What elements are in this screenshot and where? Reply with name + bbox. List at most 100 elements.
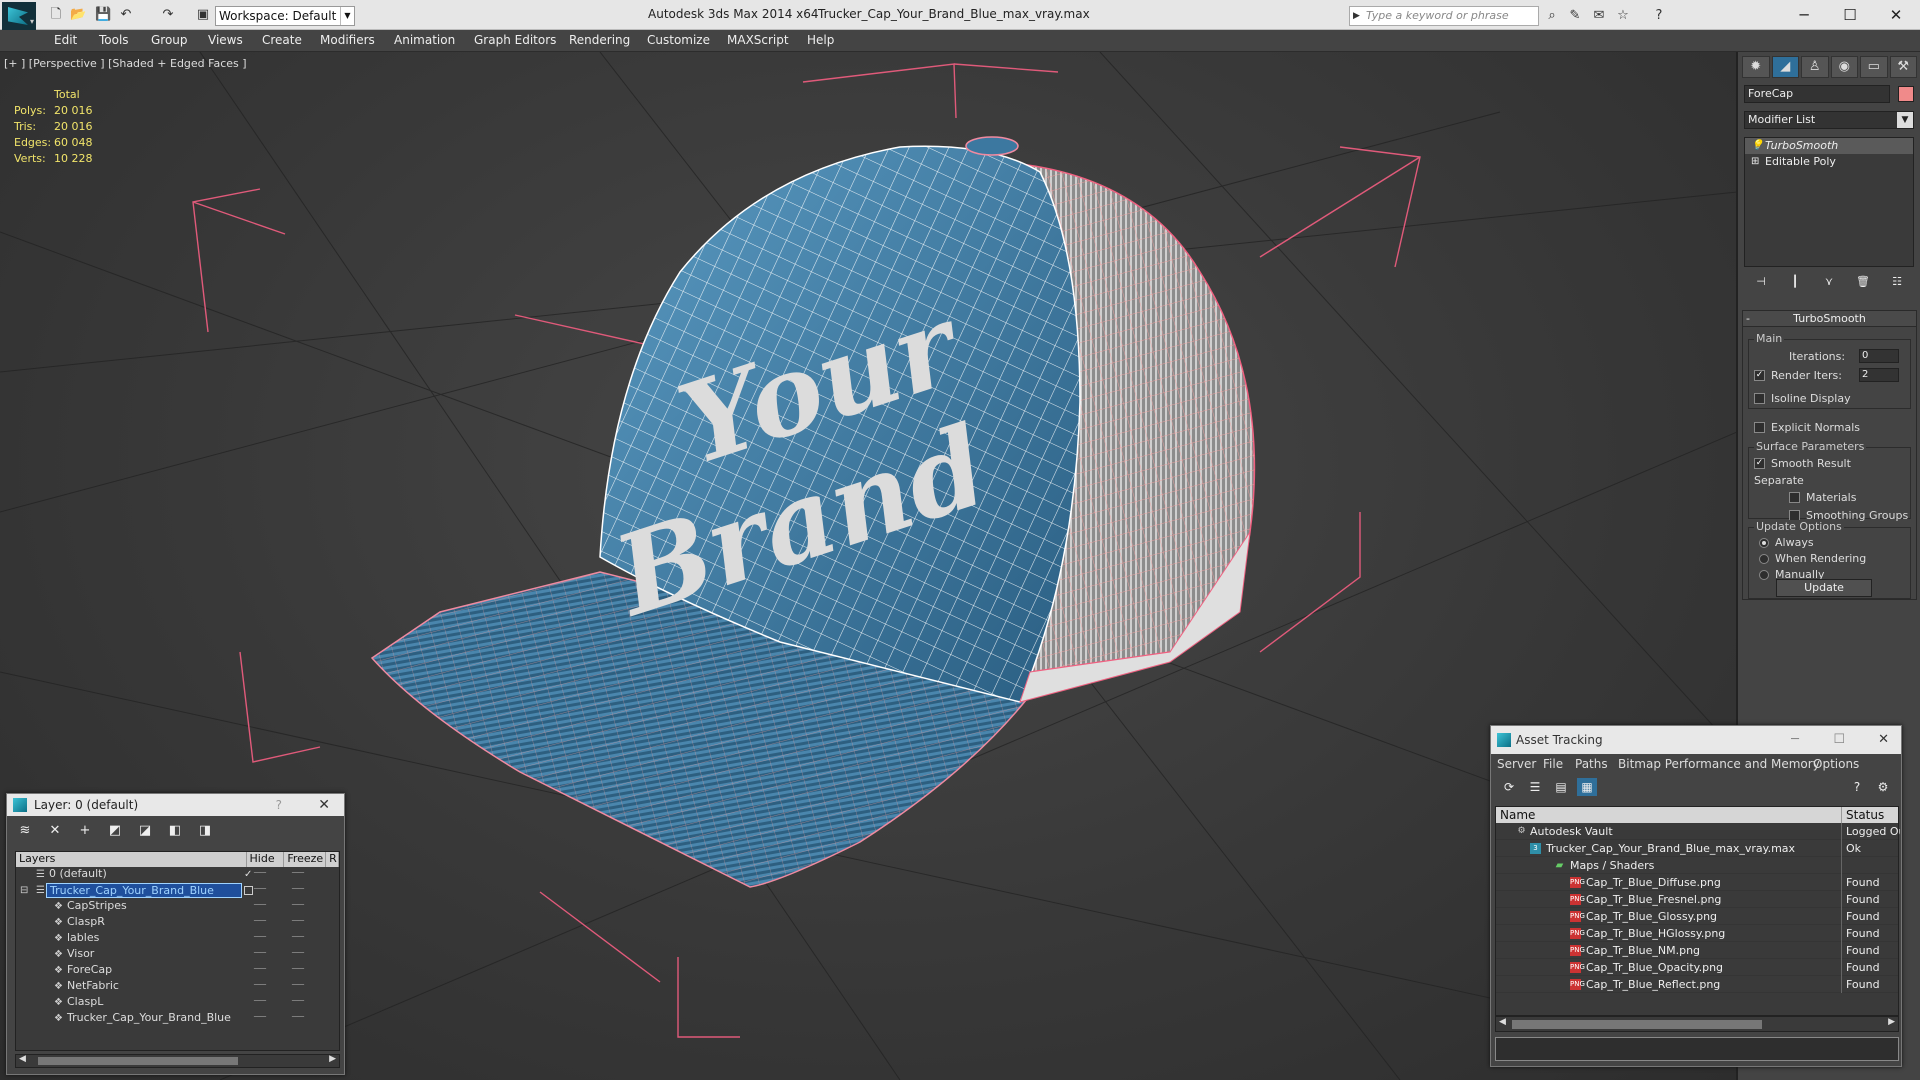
scroll-left-icon[interactable]: ◀ xyxy=(19,1054,26,1064)
object-color-swatch[interactable] xyxy=(1898,86,1914,102)
redo-icon[interactable]: ↷ xyxy=(160,7,176,23)
freeze-toggle[interactable]: ── xyxy=(292,866,304,882)
asset-row[interactable]: PNG Cap_Tr_Blue_Reflect.png Found xyxy=(1496,976,1898,993)
menu-group[interactable]: Group xyxy=(151,33,188,47)
maximize-icon[interactable]: ☐ xyxy=(1833,726,1845,754)
freeze-toggle[interactable]: ── xyxy=(292,994,304,1010)
project-folder-icon[interactable]: ▣ xyxy=(195,7,211,23)
menu-edit[interactable]: Edit xyxy=(54,33,77,47)
hide-toggle[interactable]: ── xyxy=(254,1010,266,1026)
layer-row[interactable]: ☰ 0 (default) ✓ ── ── xyxy=(16,867,339,883)
asset-row[interactable]: PNG Cap_Tr_Blue_Glossy.png Found xyxy=(1496,908,1898,925)
layers-icon[interactable]: ≋ xyxy=(15,822,35,840)
menu-bitmap-performance[interactable]: Bitmap Performance and Memory xyxy=(1618,757,1820,771)
help-icon[interactable]: ? xyxy=(1650,8,1668,23)
binoculars-icon[interactable]: ⌕ xyxy=(1543,8,1561,23)
pin-stack-icon[interactable]: ⊣ xyxy=(1751,273,1771,291)
select-layer-icon[interactable]: ◩ xyxy=(105,822,125,840)
update-button[interactable]: Update xyxy=(1776,579,1872,597)
highlight-layer-icon[interactable]: ◪ xyxy=(135,822,155,840)
freeze-toggle[interactable]: ── xyxy=(292,914,304,930)
menu-maxscript[interactable]: MAXScript xyxy=(727,33,789,47)
scrollbar-thumb[interactable] xyxy=(38,1057,238,1065)
modifier-list-dropdown[interactable]: Modifier List ▼ xyxy=(1744,111,1914,129)
layer-row[interactable]: ⊟ ☰ Trucker_Cap_Your_Brand_Blue ── ── xyxy=(16,883,339,899)
menu-graph-editors[interactable]: Graph Editors xyxy=(474,33,556,47)
menu-views[interactable]: Views xyxy=(208,33,243,47)
configure-sets-icon[interactable]: ☷ xyxy=(1887,273,1907,291)
current-layer-checkbox[interactable] xyxy=(244,886,253,895)
layer-row[interactable]: ❖ ForeCap ── ── xyxy=(16,963,339,979)
asset-row[interactable]: PNG Cap_Tr_Blue_Fresnel.png Found xyxy=(1496,891,1898,908)
save-icon[interactable]: 💾 xyxy=(95,7,111,23)
stack-item-editable-poly[interactable]: ⊞ Editable Poly xyxy=(1745,154,1913,170)
hide-toggle[interactable]: ── xyxy=(254,898,266,914)
stack-item-turbosmooth[interactable]: 💡 TurboSmooth xyxy=(1745,138,1913,154)
add-layer-icon[interactable]: + xyxy=(75,822,95,840)
make-unique-icon[interactable]: ⋎ xyxy=(1819,273,1839,291)
freeze-toggle[interactable]: ── xyxy=(292,882,304,898)
table-view-icon[interactable]: ▦ xyxy=(1577,778,1597,796)
column-header-name[interactable]: Name xyxy=(1500,807,1535,823)
minimize-button[interactable]: ─ xyxy=(1784,3,1824,27)
lightbulb-icon[interactable]: 💡 xyxy=(1751,138,1763,154)
new-file-icon[interactable]: 🗋 xyxy=(48,7,64,23)
expand-plus-icon[interactable]: ⊞ xyxy=(1751,154,1759,170)
hide-toggle[interactable]: ── xyxy=(254,866,266,882)
undo-icon[interactable]: ↶ xyxy=(118,7,134,23)
layer-row[interactable]: ❖ NetFabric ── ── xyxy=(16,979,339,995)
dialog-title-bar[interactable]: Asset Tracking ─ ☐ ✕ xyxy=(1491,726,1901,754)
horizontal-scrollbar[interactable]: ◀ ▶ xyxy=(1495,1016,1899,1032)
vault-help-icon[interactable]: ? xyxy=(1847,778,1867,796)
hide-toggle[interactable]: ── xyxy=(254,994,266,1010)
hide-toggle[interactable]: ── xyxy=(254,962,266,978)
menu-rendering[interactable]: Rendering xyxy=(569,33,630,47)
hide-toggle[interactable]: ── xyxy=(254,914,266,930)
freeze-toggle[interactable]: ── xyxy=(292,978,304,994)
menu-help[interactable]: Help xyxy=(807,33,834,47)
asset-row[interactable]: PNG Cap_Tr_Blue_Opacity.png Found xyxy=(1496,959,1898,976)
motion-tab-icon[interactable]: ◉ xyxy=(1830,56,1858,78)
column-header-layers[interactable]: Layers xyxy=(16,852,247,867)
isoline-checkbox[interactable] xyxy=(1754,393,1765,404)
layer-row[interactable]: ❖ Visor ── ── xyxy=(16,947,339,963)
asset-row[interactable]: ⚙ Autodesk Vault Logged Ou xyxy=(1496,823,1900,840)
hide-toggle[interactable]: ── xyxy=(254,930,266,946)
collapse-icon[interactable]: ⊟ xyxy=(20,883,28,899)
close-button[interactable]: ✕ xyxy=(1876,3,1916,27)
scroll-right-icon[interactable]: ▶ xyxy=(329,1054,336,1064)
subscription-icon[interactable]: ✎ xyxy=(1566,8,1584,23)
manually-radio[interactable] xyxy=(1759,570,1769,580)
hierarchy-tab-icon[interactable]: ♙ xyxy=(1801,56,1829,78)
smooth-result-checkbox[interactable]: ✓ xyxy=(1754,458,1765,469)
layer-row[interactable]: ❖ lables ── ── xyxy=(16,931,339,947)
iterations-spinner[interactable]: 0 xyxy=(1859,349,1899,363)
hide-toggle[interactable]: ── xyxy=(254,946,266,962)
menu-options[interactable]: Options xyxy=(1813,757,1859,771)
asset-row[interactable]: PNG Cap_Tr_Blue_HGlossy.png Found xyxy=(1496,925,1898,942)
render-iters-spinner[interactable]: 2 xyxy=(1859,368,1899,382)
help-icon[interactable]: ? xyxy=(276,794,282,816)
scrollbar-thumb[interactable] xyxy=(1512,1020,1762,1029)
menu-animation[interactable]: Animation xyxy=(394,33,455,47)
freeze-toggle[interactable]: ── xyxy=(292,898,304,914)
always-radio[interactable] xyxy=(1759,538,1769,548)
render-iters-checkbox[interactable]: ✓ xyxy=(1754,370,1765,381)
vault-settings-icon[interactable]: ⚙ xyxy=(1873,778,1893,796)
horizontal-scrollbar[interactable]: ◀ ▶ xyxy=(15,1054,340,1068)
asset-path-field[interactable] xyxy=(1495,1037,1899,1061)
remove-modifier-icon[interactable]: 🗑 xyxy=(1853,273,1873,291)
menu-create[interactable]: Create xyxy=(262,33,302,47)
modify-tab-icon[interactable]: ◢ xyxy=(1771,56,1799,78)
rollout-header[interactable]: - TurboSmooth xyxy=(1743,311,1916,327)
asset-row[interactable]: ▰ Maps / Shaders xyxy=(1496,857,1898,874)
menu-paths[interactable]: Paths xyxy=(1575,757,1608,771)
when-rendering-radio[interactable] xyxy=(1759,554,1769,564)
object-name-field[interactable]: ForeCap xyxy=(1744,85,1890,103)
hide-all-icon[interactable]: ◧ xyxy=(165,822,185,840)
show-end-result-icon[interactable]: ┃ xyxy=(1785,273,1805,291)
hide-toggle[interactable]: ── xyxy=(254,882,266,898)
layer-row[interactable]: ❖ CapStripes ── ── xyxy=(16,899,339,915)
menu-modifiers[interactable]: Modifiers xyxy=(320,33,375,47)
create-tab-icon[interactable]: ✹ xyxy=(1742,56,1770,78)
